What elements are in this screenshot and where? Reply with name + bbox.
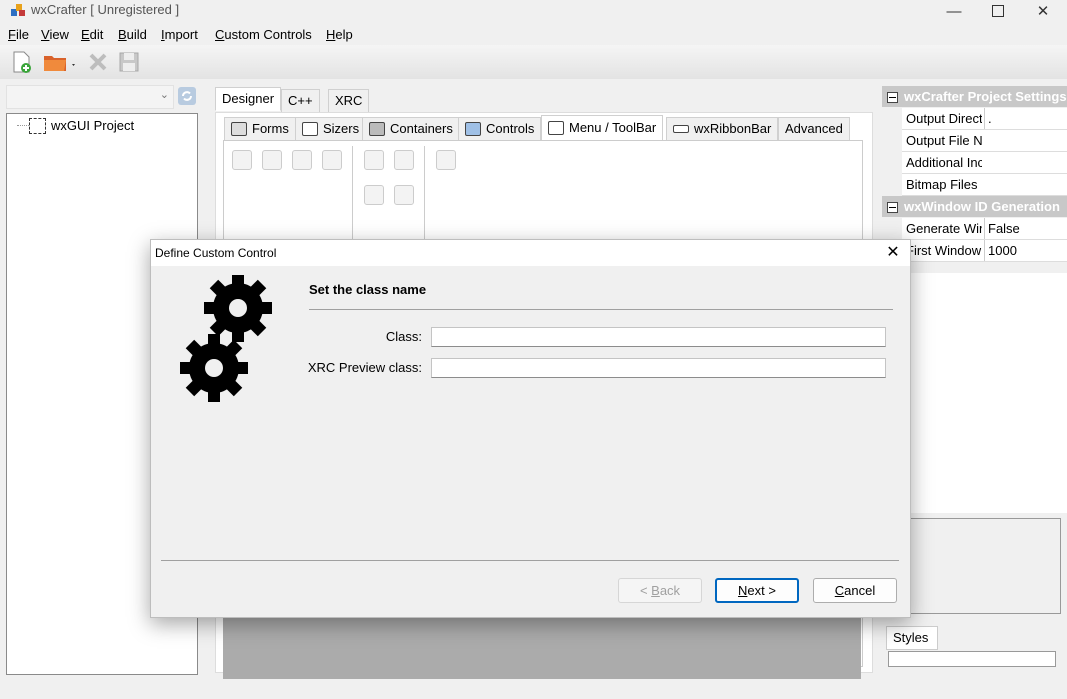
xrc-preview-class-label: XRC Preview class:: [307, 360, 422, 375]
forms-icon: [231, 122, 247, 136]
property-row[interactable]: Additional Include Files: [902, 152, 1067, 174]
window-title: wxCrafter [ Unregistered ]: [31, 2, 180, 17]
new-project-button[interactable]: [10, 50, 34, 74]
tab-styles[interactable]: Styles: [886, 626, 938, 650]
palette-separator-icon[interactable]: [394, 185, 414, 205]
palette-statusbar-icon[interactable]: [436, 150, 456, 170]
palette-divider: [352, 146, 353, 246]
footer-separator: [161, 560, 899, 561]
palette-submenu-icon[interactable]: [292, 150, 312, 170]
menu-help[interactable]: Help: [326, 27, 353, 42]
dialog-title-bar: Define Custom Control ✕: [151, 240, 910, 266]
close-icon: ✕: [886, 244, 900, 261]
menu-build[interactable]: Build: [118, 27, 147, 42]
class-label: Class:: [385, 329, 422, 344]
refresh-icon: [182, 91, 192, 101]
palette-tooltip-icon[interactable]: [394, 150, 414, 170]
maximize-icon: [992, 5, 1004, 17]
menu-file[interactable]: File: [8, 27, 29, 42]
minimize-icon: —: [946, 2, 962, 20]
project-combo[interactable]: ⌄: [6, 85, 174, 109]
property-row[interactable]: First Window ID1000: [902, 240, 1067, 262]
back-button[interactable]: < Back: [618, 578, 702, 603]
close-icon: ✕: [1036, 3, 1050, 20]
heading-separator: [309, 309, 893, 310]
refresh-button[interactable]: [178, 87, 196, 105]
cancel-button[interactable]: Cancel: [813, 578, 897, 603]
property-row[interactable]: Output Directory.: [902, 108, 1067, 130]
tab-designer[interactable]: Designer: [215, 87, 282, 111]
close-project-button[interactable]: [86, 50, 110, 74]
xrc-preview-class-input[interactable]: [431, 358, 886, 378]
next-button[interactable]: Next >: [715, 578, 799, 603]
folder-icon: [44, 56, 75, 71]
tab-xrc[interactable]: XRC: [328, 89, 370, 113]
palette-menuitem-icon[interactable]: [322, 150, 342, 170]
subtab-menu-toolbar[interactable]: Menu / ToolBar: [541, 115, 664, 141]
gears-icon: [180, 275, 272, 402]
dialog-heading: Set the class name: [309, 282, 427, 297]
property-row[interactable]: Generate Window IDsFalse: [902, 218, 1067, 240]
collapse-icon: [887, 92, 898, 104]
containers-icon: [369, 122, 385, 136]
menu-view[interactable]: View: [41, 27, 69, 42]
open-project-button[interactable]: [42, 50, 78, 74]
subtab-advanced[interactable]: Advanced: [778, 117, 850, 141]
palette-toolbar-item-icon[interactable]: [364, 185, 384, 205]
close-window-button[interactable]: ✕: [1021, 0, 1065, 22]
delete-icon: [89, 53, 107, 71]
palette-menu-icon[interactable]: [262, 150, 282, 170]
palette-divider: [424, 146, 425, 246]
menu-import[interactable]: Import: [161, 27, 198, 42]
subtab-wxribbonbar[interactable]: wxRibbonBar: [666, 117, 779, 141]
controls-icon: [465, 122, 481, 136]
subtab-controls[interactable]: Controls: [458, 117, 542, 141]
chevron-down-icon: ⌄: [159, 89, 169, 101]
save-button[interactable]: [117, 50, 141, 74]
property-group-window-id[interactable]: wxWindow ID Generation: [882, 196, 1067, 217]
wxcrafter-logo-icon: [11, 4, 25, 16]
property-group-project-settings[interactable]: wxCrafter Project Settings: [882, 86, 1067, 107]
maximize-button[interactable]: [976, 0, 1020, 22]
dialog-title: Define Custom Control: [155, 246, 277, 260]
save-icon: [119, 52, 139, 72]
sizers-icon: [302, 122, 318, 136]
ribbon-icon: [673, 125, 689, 133]
title-bar: wxCrafter [ Unregistered ] — ✕: [0, 0, 1067, 22]
tab-cpp[interactable]: C++: [281, 89, 320, 113]
tree-connector: [17, 125, 29, 126]
dialog-close-button[interactable]: ✕: [882, 243, 904, 263]
property-row[interactable]: Bitmap Files: [902, 174, 1067, 196]
subtab-containers[interactable]: Containers: [362, 117, 460, 141]
subtab-sizers[interactable]: Sizers: [295, 117, 367, 141]
new-file-icon: [13, 51, 31, 73]
menu-edit[interactable]: Edit: [81, 27, 103, 42]
collapse-icon: [887, 202, 898, 214]
class-input[interactable]: [431, 327, 886, 347]
menu-custom-controls[interactable]: Custom Controls: [215, 27, 312, 42]
styles-list[interactable]: [888, 651, 1056, 667]
menu-bar: File View Edit Build Import Custom Contr…: [0, 23, 1067, 44]
project-icon: [29, 118, 46, 134]
palette-menubar-icon[interactable]: [232, 150, 252, 170]
palette-toolbar-icon[interactable]: [364, 150, 384, 170]
define-custom-control-dialog: Define Custom Control ✕ Set the class na…: [150, 239, 911, 618]
tree-item-wxgui-project[interactable]: wxGUI Project: [51, 118, 134, 133]
subtab-forms[interactable]: Forms: [224, 117, 296, 141]
toolbar: [0, 45, 1067, 79]
status-bar: [0, 679, 1067, 699]
minimize-button[interactable]: —: [932, 0, 976, 22]
menu-toolbar-icon: [548, 121, 564, 135]
property-row[interactable]: Output File Name: [902, 130, 1067, 152]
